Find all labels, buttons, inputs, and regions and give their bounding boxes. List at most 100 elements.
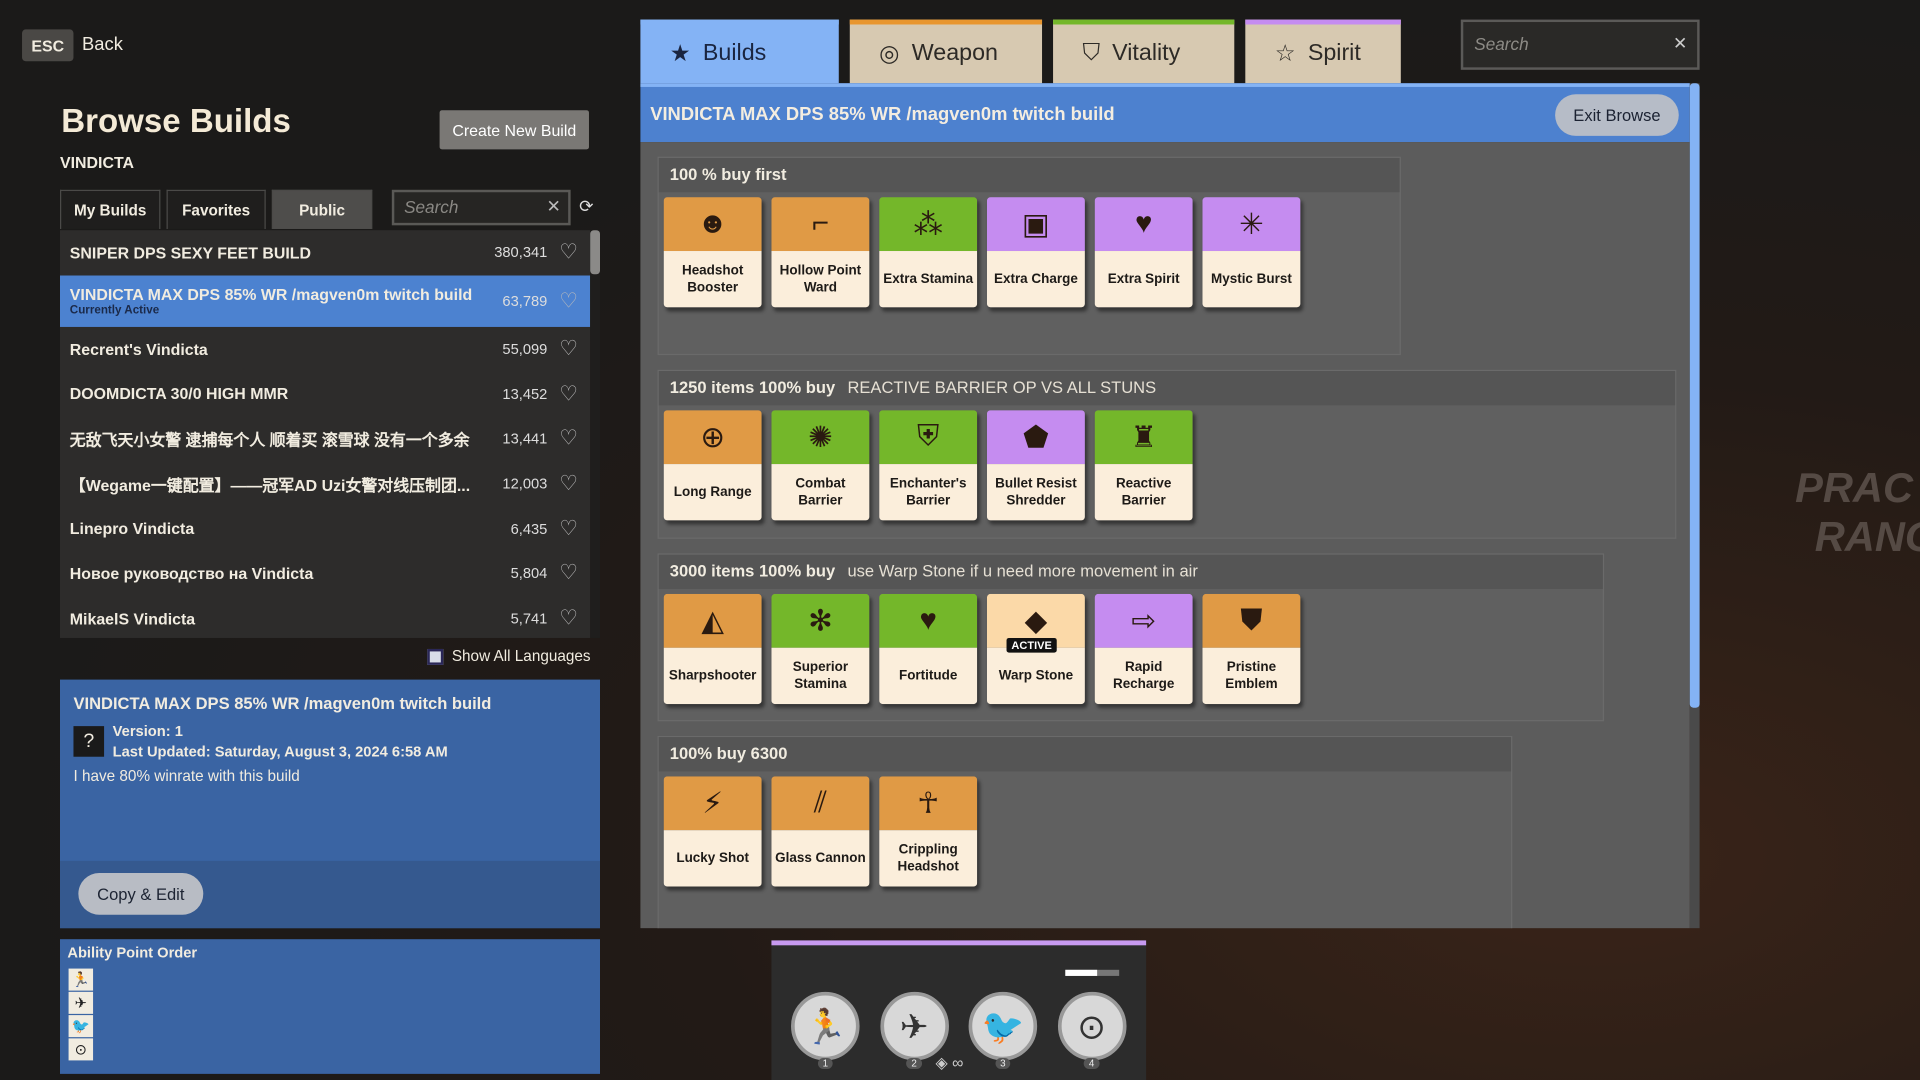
build-favorite-count: 55,099 [502,340,548,358]
build-list-item[interactable]: 【Wegame一键配置】——冠军AD Uzi女警对线压制团... 12,003 ♡ [60,461,590,506]
active-badge: ACTIVE [1006,637,1057,653]
item-card[interactable]: ⛊ Pristine Emblem [1202,593,1301,705]
item-card[interactable]: ⌐ Hollow Point Ward [771,197,870,308]
build-list-item[interactable]: VINDICTA MAX DPS 85% WR /magven0m twitch… [60,275,591,327]
item-icon: ⛊ [1202,593,1301,648]
build-search-input[interactable]: Search ✕ [391,189,571,226]
ability-infinity-icon: ◈ ∞ [935,1053,964,1072]
weapon-tab-icon: ◎ [879,41,900,67]
favorite-heart-icon[interactable]: ♡ [559,427,578,451]
item-card[interactable]: ✻ Superior Stamina [771,593,870,705]
tab-favorites[interactable]: Favorites [166,189,266,229]
item-card[interactable]: ♥ Fortitude [879,593,978,705]
ability-icon: 🐦 [981,1007,1025,1046]
build-items-area: 100 % buy first ☻ Headshot Booster ⌐ Hollow … [640,142,1690,929]
ability-1-icon: 🏃 [68,968,94,991]
back-button[interactable]: Back [82,34,123,55]
copy-edit-button[interactable]: Copy & Edit [78,873,204,915]
item-name: Reactive Barrier [1094,464,1193,521]
tab-builds[interactable]: ★ Builds [640,19,839,84]
build-favorite-count: 12,003 [502,475,548,493]
item-card[interactable]: ▣ Extra Charge [986,197,1085,308]
build-section: 100 % buy first ☻ Headshot Booster ⌐ Hollow … [657,156,1401,356]
clear-search-icon[interactable]: ✕ [1673,33,1687,54]
section-title: 1250 items 100% buy [669,378,836,397]
build-name: 无敌飞天小女警 逮捕每个人 顺着买 滚雪球 没有一个多余 [69,430,470,450]
shop-search-input[interactable]: Search ✕ [1460,19,1700,70]
favorite-heart-icon[interactable]: ♡ [559,240,578,264]
item-card[interactable]: ⫽ Glass Cannon [771,776,870,887]
hero-name: VINDICTA [60,153,135,172]
section-header: 100 % buy first [658,157,1400,193]
ability-2-button[interactable]: ✈ 2 [879,991,949,1069]
build-name: Linepro Vindicta [69,519,195,538]
item-card[interactable]: ◭ Sharpshooter [663,593,762,705]
favorite-heart-icon[interactable]: ♡ [559,289,578,313]
search-placeholder: Search [404,197,459,217]
item-card[interactable]: ✺ Combat Barrier [771,410,870,521]
esc-key-badge[interactable]: ESC [22,29,74,62]
item-card[interactable]: ✳ Mystic Burst [1202,197,1301,308]
favorite-heart-icon[interactable]: ♡ [559,337,578,361]
build-favorite-count: 13,441 [502,430,548,448]
favorite-heart-icon[interactable]: ♡ [559,382,578,406]
create-new-build-button[interactable]: Create New Build [439,110,589,150]
item-card[interactable]: ⊕ Long Range [663,410,762,521]
tab-public[interactable]: Public [271,189,373,229]
clear-search-icon[interactable]: ✕ [546,196,560,217]
tab-spirit[interactable]: ☆ Spirit [1245,19,1401,84]
build-list-item[interactable]: Новое руководство на Vindicta 5,804 ♡ [60,551,590,596]
refresh-icon[interactable]: ⟳ [579,196,593,217]
favorite-heart-icon[interactable]: ♡ [559,606,578,630]
currently-active-label: Currently Active [69,303,160,317]
item-name: Hollow Point Ward [771,251,870,308]
ability-number: 2 [906,1057,922,1069]
build-favorite-count: 380,341 [494,244,548,262]
item-icon: ⚡ [663,776,762,831]
build-list-item[interactable]: Linepro Vindicta 6,435 ♡ [60,506,590,551]
tab-my-builds[interactable]: My Builds [60,189,161,229]
ability-4-icon: ⊙ [68,1038,94,1061]
item-name: Extra Stamina [879,251,978,308]
ability-4-button[interactable]: ⊙ 4 [1057,991,1126,1069]
item-card[interactable]: ⚡ Lucky Shot [663,776,762,887]
item-card[interactable]: ⇨ Rapid Recharge [1094,593,1193,705]
show-all-languages-label[interactable]: Show All Languages [452,648,591,665]
exit-browse-button[interactable]: Exit Browse [1555,94,1679,136]
favorite-heart-icon[interactable]: ♡ [559,472,578,496]
spirit-tab-icon: ☆ [1274,41,1296,67]
ability-point-order-title: Ability Point Order [67,944,198,962]
tab-label: Builds [702,40,767,67]
favorite-heart-icon[interactable]: ♡ [559,561,578,585]
item-card[interactable]: ☻ Headshot Booster [663,197,762,308]
build-list-item[interactable]: SNIPER DPS SEXY FEET BUILD 380,341 ♡ [60,230,590,275]
build-list-item[interactable]: 无敌飞天小女警 逮捕每个人 顺着买 滚雪球 没有一个多余 13,441 ♡ [60,416,590,461]
item-card[interactable]: ⬟ Bullet Resist Shredder [986,410,1085,521]
item-card[interactable]: ☥ Crippling Headshot [879,776,978,887]
item-card[interactable]: ♥ Extra Spirit [1094,197,1193,308]
build-info-panel: VINDICTA MAX DPS 85% WR /magven0m twitch… [60,679,601,929]
item-name: Glass Cannon [771,830,870,887]
build-section: 3000 items 100% buy use Warp Stone if u n… [657,553,1605,722]
build-scrollbar[interactable] [1689,83,1700,929]
build-list-item[interactable]: MikaelS Vindicta 5,741 ♡ [60,596,590,638]
show-all-languages-checkbox[interactable] [427,648,444,665]
ability-3-button[interactable]: 🐦 3 [968,991,1038,1069]
build-list-item[interactable]: DOOMDICTA 30/0 HIGH MMR 13,452 ♡ [60,371,590,416]
ability-icon: 🏃 [803,1007,847,1046]
background-sign-text: PRAC [1795,465,1914,512]
item-card[interactable]: ♜ Reactive Barrier [1094,410,1193,521]
build-list-item[interactable]: Recrent's Vindicta 55,099 ♡ [60,327,590,372]
ability-1-button[interactable]: 🏃 1 [791,991,860,1069]
item-card[interactable]: ⛨ Enchanter's Barrier [879,410,978,521]
tab-vitality[interactable]: ⛉ Vitality [1053,19,1235,84]
item-card[interactable]: ◆ ACTIVE Warp Stone [986,593,1085,705]
page-title: Browse Builds [61,102,291,140]
build-list-scrollbar[interactable] [590,230,601,638]
tab-weapon[interactable]: ◎ Weapon [849,19,1043,84]
item-icon: ♥ [879,593,978,648]
item-card[interactable]: ⁂ Extra Stamina [879,197,978,308]
favorite-heart-icon[interactable]: ♡ [559,516,578,540]
item-icon: ✺ [771,410,870,465]
build-name: Новое руководство на Vindicta [69,564,314,583]
